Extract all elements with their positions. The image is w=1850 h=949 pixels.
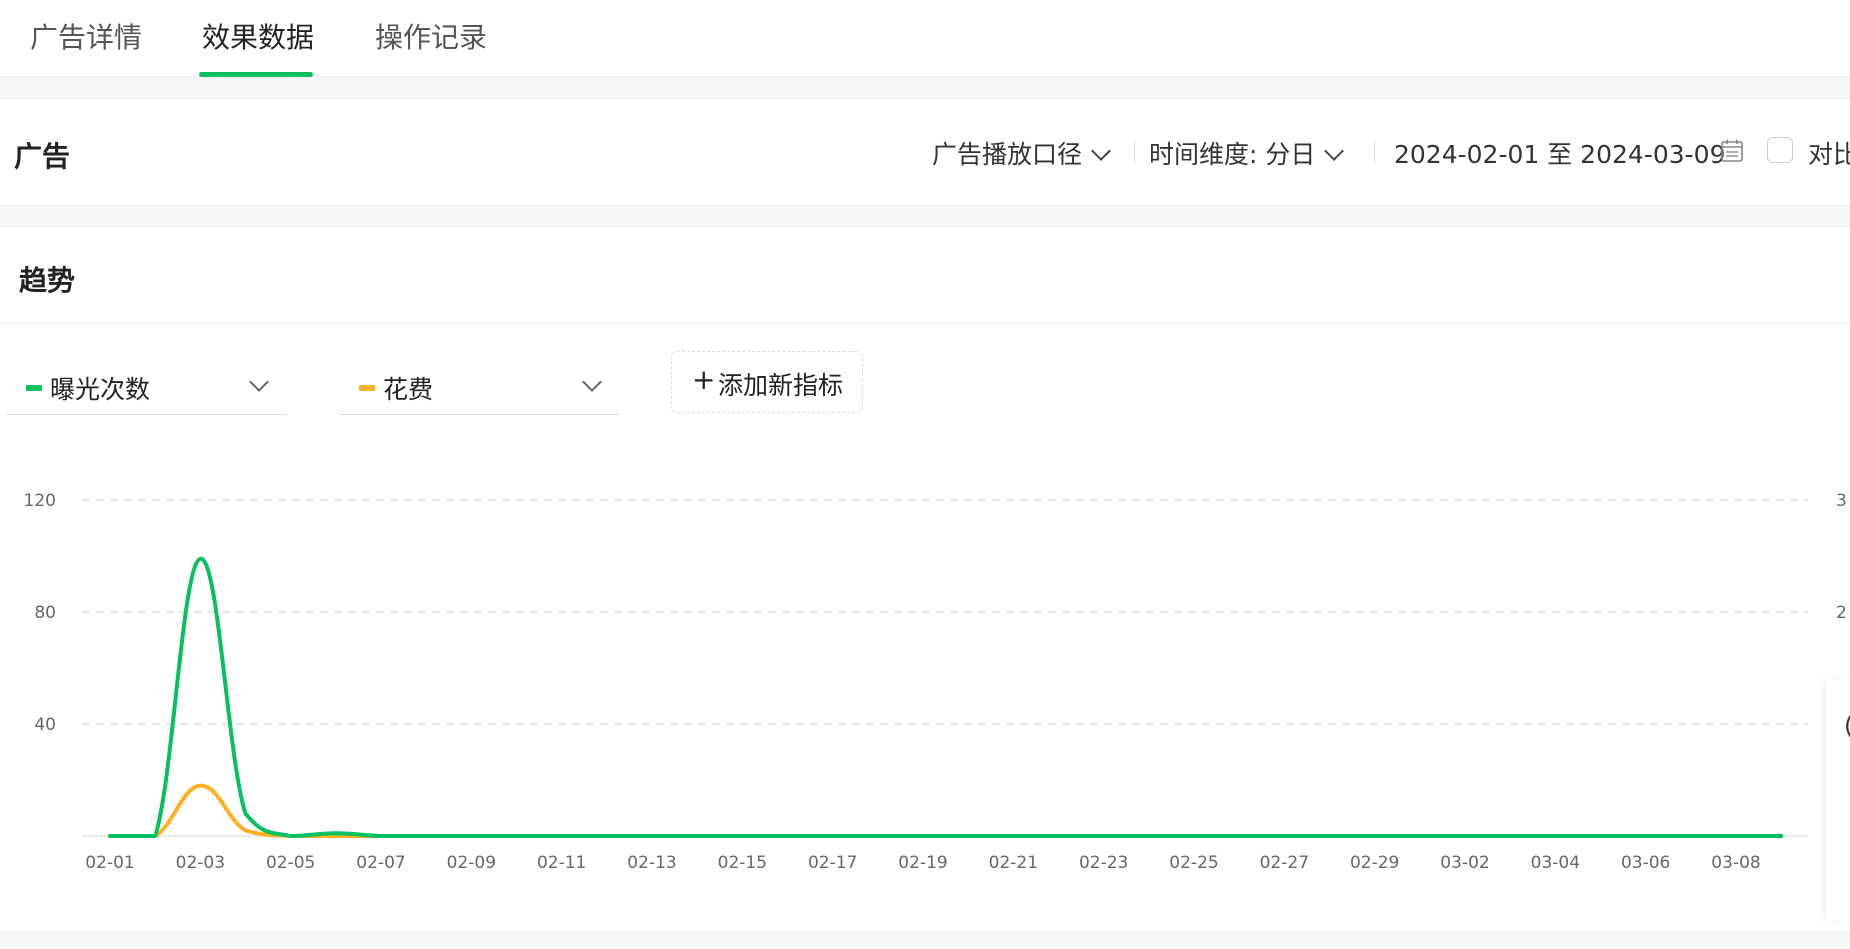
x-tick-label: 02-29 [1350, 853, 1399, 873]
metric-select-cost[interactable]: 花费 [339, 362, 619, 415]
trend-title: 趋势 [19, 264, 76, 297]
chevron-down-icon [249, 372, 269, 392]
chevron-down-icon [1324, 141, 1345, 161]
time-dimension-label: 时间维度: 分日 [1149, 140, 1316, 169]
compare-label: 对比 [1808, 140, 1850, 169]
tabs-bar: 广告详情 效果数据 操作记录 [0, 0, 1850, 77]
metric-label: 花费 [383, 375, 434, 404]
x-tick-label: 02-15 [718, 853, 767, 873]
chevron-down-icon [582, 372, 602, 392]
y-left-tick-label: 80 [34, 603, 56, 623]
x-tick-label: 02-25 [1169, 853, 1218, 873]
trend-header: 趋势 [0, 227, 1850, 324]
y-right-tick-label: 2 [1836, 603, 1847, 623]
add-metric-label: 添加新指标 [718, 371, 844, 400]
tab-ad-details[interactable]: 广告详情 [30, 16, 142, 56]
x-tick-label: 02-27 [1260, 853, 1309, 873]
x-tick-label: 03-06 [1621, 853, 1670, 873]
active-tab-indicator [199, 72, 313, 77]
x-tick-label: 02-11 [537, 853, 586, 873]
x-tick-label: 03-08 [1711, 853, 1760, 873]
x-tick-label: 02-19 [898, 853, 947, 873]
ad-filter-panel: 广告 广告播放口径 时间维度: 分日 2024-02-01 至 2024-03-… [0, 98, 1850, 206]
x-tick-label: 02-07 [356, 853, 405, 873]
plus-icon: + [692, 363, 716, 396]
ad-section-title: 广告 [14, 140, 71, 173]
x-tick-label: 03-02 [1440, 853, 1489, 873]
tooltip-text: ( [1844, 712, 1850, 740]
chevron-down-icon [1091, 141, 1111, 161]
tab-performance-data[interactable]: 效果数据 [202, 16, 314, 56]
y-left-tick-label: 120 [24, 491, 56, 511]
add-metric-button[interactable]: + 添加新指标 [671, 351, 863, 413]
time-dimension-dropdown[interactable]: 时间维度: 分日 [1149, 135, 1345, 171]
divider [1134, 141, 1135, 163]
series-line [108, 783, 1784, 838]
chart-tooltip: ( [1826, 680, 1850, 920]
metric-label: 曝光次数 [50, 375, 151, 404]
compare-checkbox[interactable] [1767, 137, 1793, 163]
x-tick-label: 02-01 [85, 853, 134, 873]
caliber-dropdown[interactable]: 广告播放口径 [932, 135, 1111, 171]
caliber-label: 广告播放口径 [932, 140, 1083, 169]
x-tick-label: 02-13 [627, 853, 676, 873]
x-tick-label: 02-05 [266, 853, 315, 873]
x-tick-label: 02-23 [1079, 853, 1128, 873]
x-tick-label: 02-09 [447, 853, 496, 873]
series-swatch [26, 385, 42, 391]
x-tick-label: 03-04 [1531, 853, 1580, 873]
metric-select-impressions[interactable]: 曝光次数 [6, 362, 286, 415]
y-left-tick-label: 40 [34, 715, 56, 735]
series-line [108, 556, 1784, 838]
x-tick-label: 02-21 [989, 853, 1038, 873]
calendar-icon[interactable] [1721, 139, 1743, 163]
divider [1374, 141, 1375, 163]
trend-chart: 40 80 120 2 3 02-01 02-03 02-05 02-07 02-09 02-11 0… [24, 491, 1847, 873]
x-tick-label: 02-17 [808, 853, 857, 873]
y-right-tick-label: 3 [1836, 491, 1847, 511]
x-tick-label: 02-03 [176, 853, 225, 873]
date-range-picker[interactable]: 2024-02-01 至 2024-03-09 [1394, 135, 1725, 171]
series-swatch [359, 385, 375, 391]
tab-operation-log[interactable]: 操作记录 [375, 16, 487, 56]
